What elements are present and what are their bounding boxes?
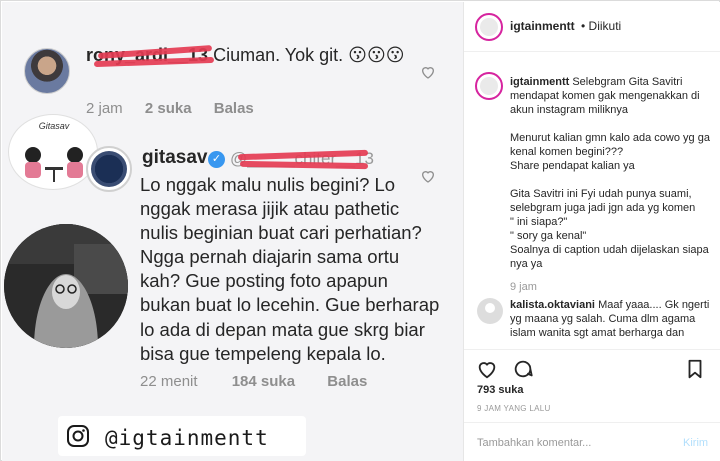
comment-2-meta: 22 menit 184 suka Balas bbox=[140, 373, 367, 390]
account-username[interactable]: igtainmentt bbox=[510, 19, 575, 33]
add-comment-input[interactable]: Tambahkan komentar... bbox=[477, 437, 591, 449]
watermark-handle: @igtainmentt bbox=[105, 426, 269, 450]
comment-1-meta: 2 jam 2 suka Balas bbox=[86, 100, 254, 117]
sticker-label: Gitasav bbox=[38, 121, 70, 131]
screenshot-panel: rony_ardi__13 Ciuman. Yok git. 😗😗😗 2 jam… bbox=[2, 2, 464, 461]
caption-text: Selebgram Gita Savitri mendapat komen ga… bbox=[510, 76, 710, 270]
sidebar-comment-username[interactable]: kalista.oktaviani bbox=[510, 299, 595, 311]
comment-1-time: 2 jam bbox=[86, 100, 123, 117]
sidebar-comment: kalista.oktaviani Maaf yaaa.... Gk ngert… bbox=[510, 298, 710, 342]
post-time: 9 JAM YANG LALU bbox=[477, 404, 551, 413]
comment-2-likes[interactable]: 184 suka bbox=[232, 373, 295, 390]
gitasav-avatar[interactable] bbox=[86, 146, 132, 192]
like-heart-icon[interactable] bbox=[476, 358, 498, 380]
divider bbox=[464, 349, 720, 350]
bookmark-icon[interactable] bbox=[684, 358, 706, 380]
follow-status[interactable]: • Diikuti bbox=[581, 19, 621, 33]
comment-1-reply[interactable]: Balas bbox=[214, 100, 254, 117]
caption-username[interactable]: igtainmentt bbox=[510, 76, 569, 88]
caption-avatar[interactable] bbox=[475, 72, 503, 100]
comment-1-text: Ciuman. Yok git. 😗😗😗 bbox=[213, 45, 405, 65]
commenter-avatar[interactable] bbox=[24, 48, 70, 94]
like-heart-icon[interactable] bbox=[420, 64, 436, 80]
send-button[interactable]: Kirim bbox=[683, 437, 708, 449]
comment-2-text: Lo nggak malu nulis begini? Lo nggak mer… bbox=[140, 174, 440, 364]
instagram-post-view: rony_ardi__13 Ciuman. Yok git. 😗😗😗 2 jam… bbox=[0, 0, 720, 461]
profile-photo bbox=[4, 224, 128, 348]
comment-2-time: 22 menit bbox=[140, 373, 198, 390]
divider bbox=[464, 422, 720, 423]
account-avatar[interactable] bbox=[475, 13, 503, 41]
post-caption: igtainmentt Selebgram Gita Savitri menda… bbox=[510, 75, 710, 271]
comment-2-reply[interactable]: Balas bbox=[327, 373, 367, 390]
comment-1-likes[interactable]: 2 suka bbox=[145, 100, 192, 117]
commenter-avatar-small[interactable] bbox=[477, 298, 503, 324]
post-header: igtainmentt • Diikuti bbox=[464, 2, 720, 52]
caption-time: 9 jam bbox=[510, 281, 537, 293]
logo-sticker: Gitasav bbox=[8, 114, 98, 190]
like-count[interactable]: 793 suka bbox=[477, 384, 523, 396]
instagram-logo-icon bbox=[67, 425, 89, 447]
comment-2-username[interactable]: gitasav bbox=[142, 147, 207, 169]
comment-bubble-icon[interactable] bbox=[512, 358, 534, 380]
post-sidebar: igtainmentt • Diikuti igtainmentt Selebg… bbox=[464, 2, 720, 461]
verified-badge-icon: ✓ bbox=[208, 151, 225, 168]
